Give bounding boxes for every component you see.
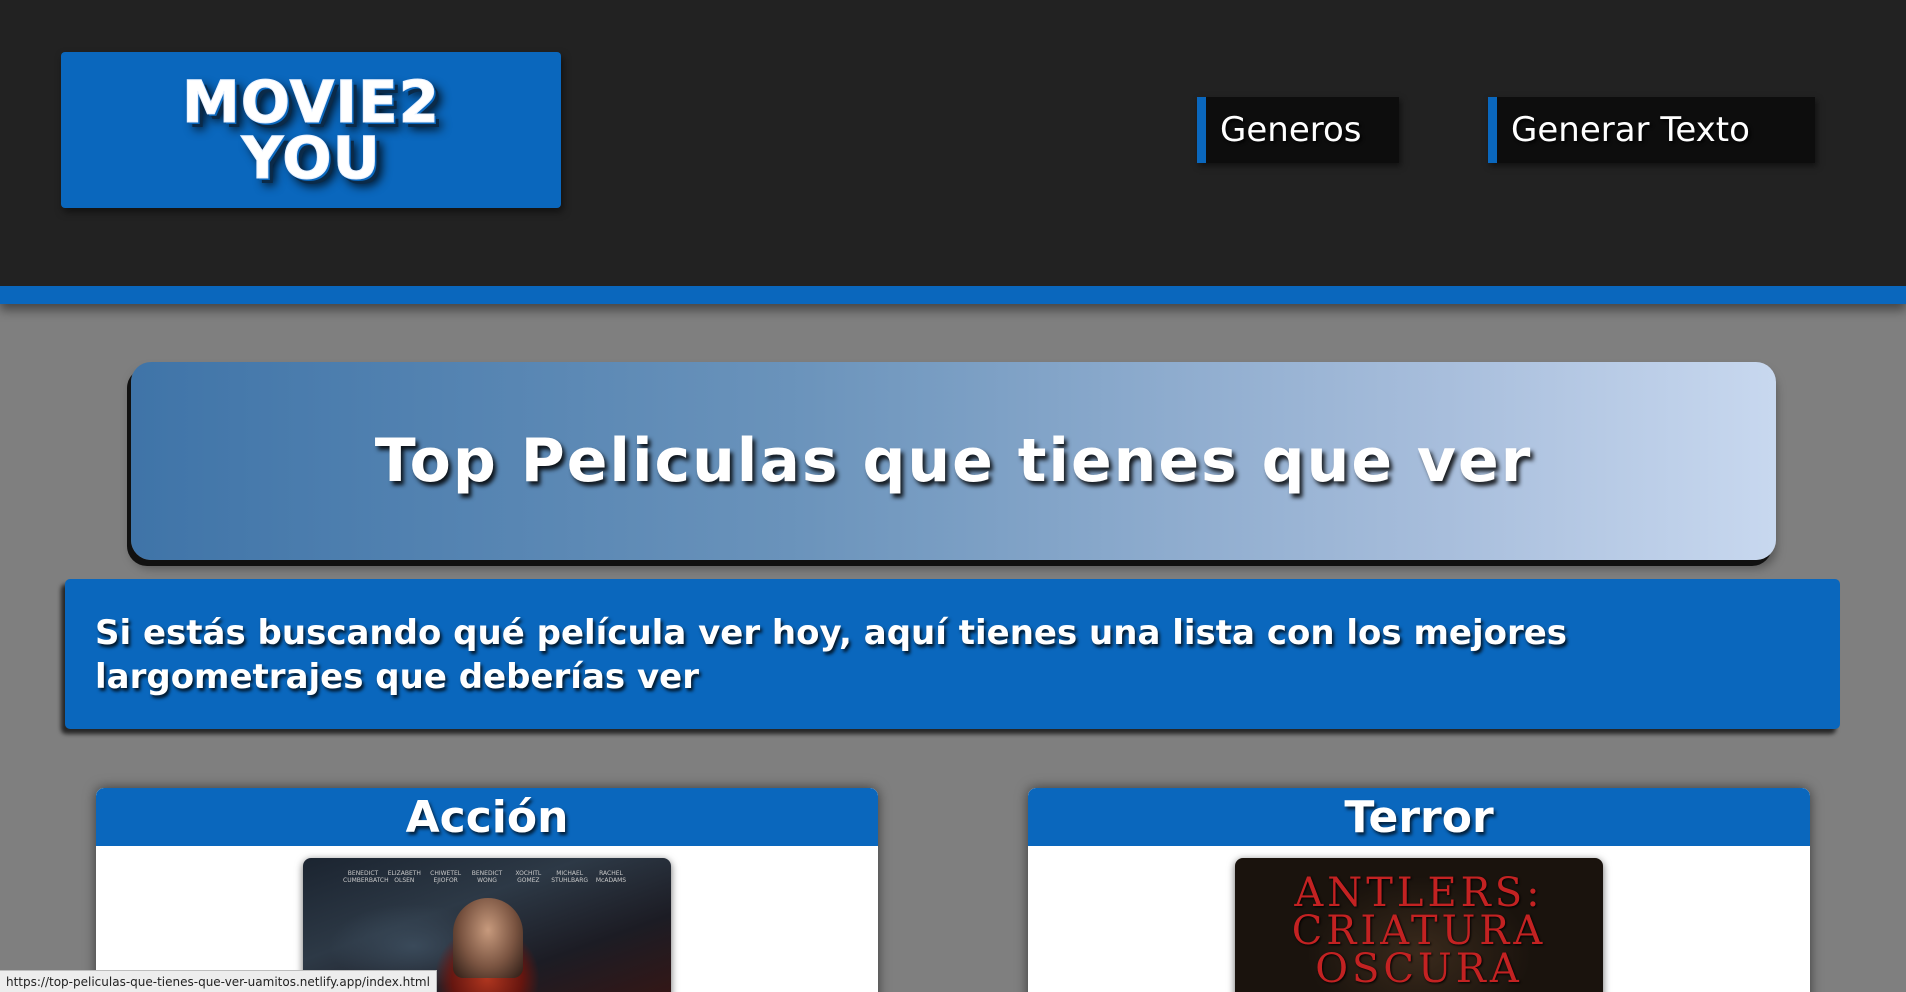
category-card-accion: Acción BENEDICT CUMBERBATCH ELIZABETH OL… xyxy=(96,788,878,992)
poster-credit: CHIWETEL EJIOFOR xyxy=(430,870,462,884)
poster-credit: MICHAEL STUHLBARG xyxy=(551,870,589,884)
nav-generos-link[interactable]: Generos xyxy=(1197,97,1399,163)
category-header: Terror xyxy=(1028,788,1810,846)
poster-title: ANTLERS: CRIATURA OSCURA xyxy=(1235,870,1603,992)
category-title-terror: Terror xyxy=(1344,791,1494,843)
poster-title-line: CRIATURA xyxy=(1291,908,1547,954)
poster-character-image xyxy=(453,898,523,978)
category-card-terror: Terror ANTLERS: CRIATURA OSCURA xyxy=(1028,788,1810,992)
logo-text-line2: YOU xyxy=(241,124,381,192)
movie-poster-terror[interactable]: ANTLERS: CRIATURA OSCURA xyxy=(1235,858,1603,992)
poster-credit: BENEDICT CUMBERBATCH xyxy=(343,870,389,884)
poster-credit: XOCHITL GOMEZ xyxy=(515,870,542,884)
category-header: Acción xyxy=(96,788,878,846)
site-header: MOVIE2 YOU Generos Generar Texto xyxy=(0,0,1906,304)
status-bar-url: https://top-peliculas-que-tienes-que-ver… xyxy=(0,970,437,992)
poster-credit: RACHEL McADAMS xyxy=(595,870,627,884)
category-title-accion: Acción xyxy=(405,791,569,843)
poster-title-line: OSCURA xyxy=(1315,946,1523,992)
poster-title-line: ANTLERS: xyxy=(1294,870,1544,916)
page-title: Top Peliculas que tienes que ver xyxy=(374,426,1533,496)
hero-banner: Top Peliculas que tienes que ver xyxy=(131,362,1776,560)
intro-panel: Si estás buscando qué película ver hoy, … xyxy=(65,579,1840,729)
intro-text: Si estás buscando qué película ver hoy, … xyxy=(95,613,1568,697)
nav-generar-texto-link[interactable]: Generar Texto xyxy=(1488,97,1815,163)
poster-credit: ELIZABETH OLSEN xyxy=(387,870,421,884)
poster-credits: BENEDICT CUMBERBATCH ELIZABETH OLSEN CHI… xyxy=(343,870,631,884)
logo-text-line1: MOVIE2 xyxy=(182,68,440,136)
poster-credit: BENEDICT WONG xyxy=(471,870,503,884)
site-logo[interactable]: MOVIE2 YOU xyxy=(61,52,561,208)
